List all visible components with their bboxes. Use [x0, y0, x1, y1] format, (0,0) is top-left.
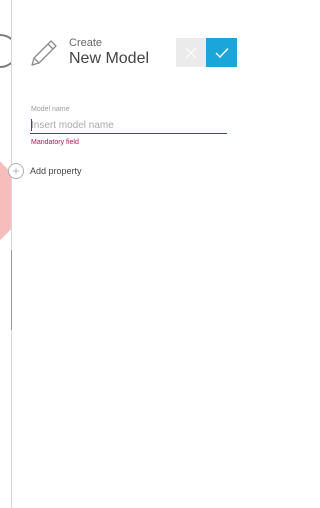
model-name-input[interactable]	[30, 117, 227, 134]
header-subtitle: Create	[69, 37, 103, 49]
check-icon	[215, 47, 229, 58]
page-title: New Model	[69, 50, 150, 67]
confirm-button[interactable]	[206, 38, 237, 67]
pencil-icon	[26, 38, 60, 70]
add-property-label: Add property	[30, 166, 82, 176]
plus-circle-icon: +	[8, 163, 24, 179]
stage: Create New Model Model name Mandatory fi…	[0, 0, 259, 508]
model-name-label: Model name	[31, 106, 70, 113]
close-icon	[185, 47, 197, 58]
create-model-panel	[12, 0, 259, 508]
add-property-button[interactable]: + Add property	[8, 163, 82, 179]
cancel-button[interactable]	[176, 38, 206, 67]
panel-border	[11, 250, 12, 330]
model-name-error: Mandatory field	[31, 139, 79, 146]
text-caret	[31, 119, 32, 131]
